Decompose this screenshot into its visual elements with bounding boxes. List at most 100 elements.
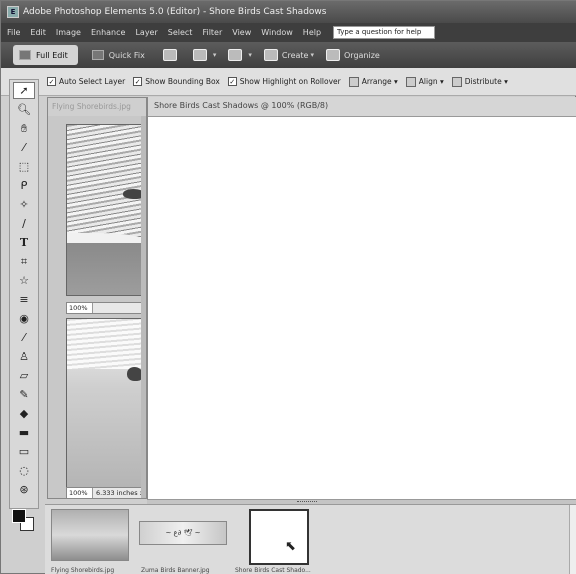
crop-icon: ⌗	[20, 254, 28, 268]
chevron-down-icon: ▾	[501, 77, 508, 86]
show-bounding-box-checkbox[interactable]: ✓ Show Bounding Box	[133, 77, 220, 86]
pencil-icon: ✎	[19, 388, 29, 401]
create-label: Create	[281, 50, 309, 60]
flying-shorebirds-photo-bottom	[66, 318, 144, 490]
chevron-down-icon: ▾	[310, 51, 314, 59]
checkmark-icon: ✓	[133, 77, 143, 86]
eraser-tool[interactable]: ▱	[13, 367, 35, 384]
move-tool[interactable]: ➚	[13, 82, 35, 99]
quick-fix-tab[interactable]: Quick Fix	[86, 45, 155, 65]
thumbnail-shore-birds-cast-shadows[interactable]: ⬉	[249, 509, 309, 565]
photo-bin: Flying Shorebirds.jpg ~ ع∂ 🕊 ~ Zuma Bird…	[45, 504, 576, 574]
clone-stamp-tool[interactable]: ♙	[13, 348, 35, 365]
bounding-box-label: Show Bounding Box	[145, 77, 220, 86]
menu-filter[interactable]: Filter	[202, 28, 222, 37]
photo-bin-scrollbar[interactable]	[569, 505, 576, 574]
healing-brush-tool[interactable]: ⁄	[13, 329, 35, 346]
menu-window[interactable]: Window	[261, 28, 293, 37]
healing-brush-icon: ⁄	[23, 331, 25, 344]
organize-button[interactable]: Organize	[326, 49, 380, 61]
splitter-grip-icon	[297, 501, 317, 503]
lasso-tool[interactable]: ᑭ	[13, 177, 35, 194]
auto-select-layer-checkbox[interactable]: ✓ Auto Select Layer	[47, 77, 125, 86]
shape-tool[interactable]: ▭	[13, 443, 35, 460]
menu-view[interactable]: View	[232, 28, 251, 37]
crop-tool[interactable]: ⌗	[13, 253, 35, 270]
zoom-tool[interactable]: 🔍︎	[13, 101, 35, 118]
banner-text: ~ ع∂ 🕊 ~	[165, 529, 201, 537]
left-doc-status-bar-2: 100% 6.333 inches x	[66, 487, 146, 499]
menu-image[interactable]: Image	[56, 28, 81, 37]
gradient-icon: ▬	[18, 426, 30, 439]
clone-stamp-icon: ♙	[19, 350, 29, 363]
share-button[interactable]: ▾	[192, 49, 217, 61]
left-document-title[interactable]: Flying Shorebirds.jpg	[48, 98, 146, 116]
thumbnail-zuma-birds-banner[interactable]: ~ ع∂ 🕊 ~	[139, 521, 227, 545]
main-document-window: Shore Birds Cast Shadows @ 100% (RGB/8)	[147, 97, 576, 499]
left-doc-status-bar-1: 100%	[66, 302, 144, 314]
menu-file[interactable]: File	[7, 28, 20, 37]
align-dropdown[interactable]: Align ▾	[405, 76, 444, 87]
help-search-input[interactable]: Type a question for help	[333, 26, 436, 39]
paint-bucket-tool[interactable]: ◆	[13, 405, 35, 422]
zoom-field-1[interactable]: 100%	[67, 303, 93, 313]
selection-brush-tool[interactable]: ∕	[13, 215, 35, 232]
align-label: Align	[418, 77, 438, 86]
create-button[interactable]: Create ▾	[263, 49, 314, 61]
straighten-icon: ≡	[19, 293, 29, 306]
order-prints-icon	[228, 49, 243, 61]
marquee-tool[interactable]: ⬚	[13, 158, 35, 175]
arrange-dropdown[interactable]: Arrange ▾	[348, 76, 398, 87]
pencil-tool[interactable]: ✎	[13, 386, 35, 403]
straighten-tool[interactable]: ≡	[13, 291, 35, 308]
marquee-icon: ⬚	[18, 160, 30, 173]
organize-icon	[326, 49, 340, 61]
document-size-info: 6.333 inches x	[96, 489, 144, 497]
chevron-down-icon: ▾	[248, 51, 252, 59]
sponge-tool[interactable]: ⊛	[13, 481, 35, 498]
move-icon: ➚	[19, 84, 29, 97]
main-document-title[interactable]: Shore Birds Cast Shadows @ 100% (RGB/8)	[148, 97, 576, 117]
toolbox: ➚ 🔍︎ ✋︎ ⁄ ⬚ ᑭ ✧ ∕ T ⌗ ☆ ≡ ◉ ⁄ ♙ ▱ ✎ ◆ ▬ …	[9, 79, 39, 509]
red-eye-tool[interactable]: ◉	[13, 310, 35, 327]
gradient-tool[interactable]: ▬	[13, 424, 35, 441]
thumbnail-flying-shorebirds[interactable]	[51, 509, 129, 561]
left-doc-scrollbar[interactable]	[141, 116, 146, 498]
menu-select[interactable]: Select	[168, 28, 193, 37]
app-window: E Adobe Photoshop Elements 5.0 (Editor) …	[0, 0, 576, 574]
thumbnail-label: Shore Birds Cast Shado...	[235, 567, 311, 574]
menu-enhance[interactable]: Enhance	[91, 28, 126, 37]
title-bar: E Adobe Photoshop Elements 5.0 (Editor) …	[1, 1, 576, 23]
eraser-icon: ▱	[19, 369, 29, 382]
zoom-field-2[interactable]: 100%	[67, 488, 93, 498]
blur-tool[interactable]: ◌	[13, 462, 35, 479]
distribute-icon	[451, 76, 462, 87]
shape-icon: ▭	[18, 445, 30, 458]
wave	[67, 319, 143, 369]
distribute-label: Distribute	[464, 77, 502, 86]
menu-bar: File Edit Image Enhance Layer Select Fil…	[1, 23, 576, 42]
print-button[interactable]	[162, 49, 181, 61]
organize-label: Organize	[344, 50, 380, 60]
eyedropper-tool[interactable]: ⁄	[13, 139, 35, 156]
distribute-dropdown[interactable]: Distribute ▾	[451, 76, 508, 87]
lasso-icon: ᑭ	[20, 179, 28, 192]
checkmark-icon: ✓	[47, 77, 56, 86]
type-tool[interactable]: T	[13, 234, 35, 251]
hand-tool[interactable]: ✋︎	[13, 120, 35, 137]
magic-wand-icon: ✧	[19, 198, 29, 211]
selection-brush-icon: ∕	[22, 217, 26, 230]
cookie-cutter-tool[interactable]: ☆	[13, 272, 35, 289]
menu-layer[interactable]: Layer	[135, 28, 157, 37]
menu-edit[interactable]: Edit	[30, 28, 46, 37]
menu-help[interactable]: Help	[303, 28, 321, 37]
sand	[67, 243, 143, 295]
show-highlight-checkbox[interactable]: ✓ Show Highlight on Rollover	[227, 77, 341, 86]
chevron-down-icon: ▾	[212, 51, 217, 59]
magic-wand-tool[interactable]: ✧	[13, 196, 35, 213]
create-icon	[263, 49, 278, 61]
foreground-color-swatch[interactable]	[12, 509, 26, 523]
flying-shorebirds-photo-top	[66, 124, 144, 296]
full-edit-tab[interactable]: Full Edit	[13, 45, 78, 65]
order-prints-button[interactable]: ▾	[228, 49, 252, 61]
